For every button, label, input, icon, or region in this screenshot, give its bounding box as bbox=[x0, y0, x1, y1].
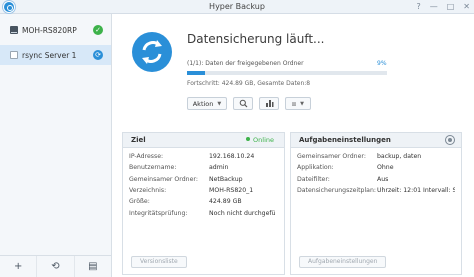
target-panel: Ziel Online IP-Adresse: 192.168.10.24 Ben… bbox=[122, 132, 285, 275]
online-status: Online bbox=[246, 133, 274, 148]
info-row: Datensicherungszeitplan: Uhrzeit: 12:01 I… bbox=[297, 185, 455, 196]
progress-detail: Fortschritt: 424.89 GB, Gesamte Daten:8 bbox=[187, 80, 311, 87]
window-controls: ? — □ ✕ bbox=[416, 2, 470, 11]
task-settings-button[interactable]: Aufgabeneinstellungen bbox=[299, 256, 387, 268]
version-list-button[interactable]: Versionsliste bbox=[131, 256, 187, 268]
server-icon bbox=[10, 51, 18, 59]
log-button[interactable]: ▤ bbox=[75, 256, 111, 277]
sync-in-progress-icon bbox=[132, 32, 172, 72]
sidebar-toolbar: + ⟲ ▤ bbox=[0, 255, 111, 277]
progress-percent: 9% bbox=[377, 60, 387, 67]
task-label: rsync Server 1 bbox=[22, 50, 77, 60]
action-label: Aktion bbox=[192, 99, 214, 108]
info-key: Gemeinsamer Ordner: bbox=[297, 153, 366, 161]
info-value: Ohne bbox=[377, 164, 394, 172]
task-settings-header: Aufgabeneinstellungen bbox=[291, 133, 461, 148]
backup-status-title: Datensicherung läuft... bbox=[187, 32, 325, 46]
info-key: Verzeichnis: bbox=[129, 187, 167, 195]
online-label: Online bbox=[253, 136, 274, 144]
action-toolbar: Aktion ▼ ▼ bbox=[187, 97, 311, 110]
restore-button[interactable]: ⟲ bbox=[37, 256, 75, 277]
add-task-button[interactable]: + bbox=[0, 256, 38, 277]
search-version-button[interactable] bbox=[233, 97, 253, 110]
panel-title: Ziel bbox=[131, 136, 146, 144]
info-key: Datensicherungszeitplan: bbox=[297, 187, 376, 195]
info-row: Integritätsprüfung: Noch nicht durchgefü bbox=[129, 207, 278, 218]
info-value: 424.89 GB bbox=[209, 198, 242, 206]
online-dot-icon bbox=[246, 137, 251, 141]
sidebar-item-moh-rs820rp[interactable]: MOH-RS820RP ✓ bbox=[0, 20, 111, 40]
info-key: Größe: bbox=[129, 198, 150, 206]
info-key: Integritätsprüfung: bbox=[129, 209, 188, 217]
more-menu-button[interactable]: ▼ bbox=[285, 97, 311, 110]
info-value: 192.168.10.24 bbox=[209, 153, 255, 161]
panel-title: Aufgabeneinstellungen bbox=[299, 136, 391, 144]
info-key: IP-Adresse: bbox=[129, 153, 164, 161]
info-row: Benutzername: admin bbox=[129, 162, 278, 173]
info-value: backup, daten bbox=[377, 153, 422, 161]
info-key: Benutzername: bbox=[129, 164, 177, 172]
action-dropdown-button[interactable]: Aktion ▼ bbox=[187, 97, 227, 110]
info-row: Gemeinsamer Ordner: backup, daten bbox=[297, 151, 455, 162]
info-row: Dateifilter: Aus bbox=[297, 174, 455, 185]
sidebar-item-rsync-server-1[interactable]: rsync Server 1 ⟳ bbox=[0, 45, 111, 65]
caret-down-icon: ▼ bbox=[217, 100, 222, 107]
info-value: Noch nicht durchgefü bbox=[209, 209, 276, 217]
info-value: Aus bbox=[377, 175, 389, 183]
info-row: Verzeichnis: MOH-RS820_1 bbox=[129, 185, 278, 196]
list-menu-icon bbox=[292, 102, 297, 105]
minimize-icon[interactable]: — bbox=[430, 2, 438, 11]
caret-down-icon: ▼ bbox=[300, 100, 304, 107]
info-value: admin bbox=[209, 164, 229, 172]
title-bar: Hyper Backup ? — □ ✕ bbox=[0, 0, 474, 14]
task-sidebar: MOH-RS820RP ✓ rsync Server 1 ⟳ + ⟲ ▤ bbox=[0, 14, 112, 277]
progress-label: (1/1): Daten der freigegebenen Ordner bbox=[187, 60, 304, 67]
info-key: Gemeinsamer Ordner: bbox=[129, 175, 198, 183]
progress-bar-fill bbox=[187, 71, 205, 75]
status-ok-check-icon: ✓ bbox=[93, 25, 103, 35]
close-icon[interactable]: ✕ bbox=[463, 2, 470, 11]
target-info-list: IP-Adresse: 192.168.10.24 Benutzername: ad… bbox=[123, 148, 284, 219]
target-panel-header: Ziel Online bbox=[123, 133, 284, 148]
info-value: MOH-RS820_1 bbox=[209, 187, 254, 195]
task-settings-panel: Aufgabeneinstellungen Gemeinsamer Ordner… bbox=[290, 132, 462, 275]
info-value: NetBackup bbox=[209, 175, 243, 183]
info-value: Uhrzeit: 12:01 Intervall: S bbox=[377, 187, 455, 195]
info-row: Gemeinsamer Ordner: NetBackup bbox=[129, 174, 278, 185]
info-key: Dateifilter: bbox=[297, 175, 330, 183]
task-label: MOH-RS820RP bbox=[22, 25, 77, 35]
info-row: Größe: 424.89 GB bbox=[129, 196, 278, 207]
task-settings-list: Gemeinsamer Ordner: backup, daten Applika… bbox=[291, 148, 461, 196]
server-icon bbox=[10, 26, 18, 34]
status-syncing-icon: ⟳ bbox=[93, 50, 103, 60]
magnifier-icon bbox=[239, 99, 247, 108]
settings-gear-icon[interactable] bbox=[445, 135, 455, 145]
progress-bar bbox=[187, 71, 387, 75]
main-panel: Datensicherung läuft... (1/1): Daten der… bbox=[112, 14, 474, 277]
info-row: IP-Adresse: 192.168.10.24 bbox=[129, 151, 278, 162]
info-row: Applikation: Ohne bbox=[297, 162, 455, 173]
window-title: Hyper Backup bbox=[209, 2, 265, 11]
maximize-icon[interactable]: □ bbox=[447, 2, 455, 11]
help-icon[interactable]: ? bbox=[416, 2, 420, 11]
bar-chart-icon bbox=[265, 100, 273, 107]
statistics-button[interactable] bbox=[259, 97, 279, 110]
info-key: Applikation: bbox=[297, 164, 334, 172]
